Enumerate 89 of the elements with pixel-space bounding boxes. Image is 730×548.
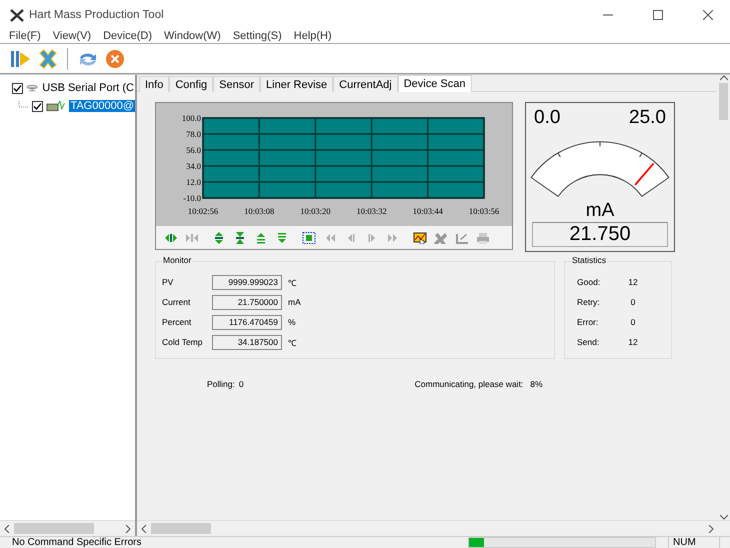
group-title: Statistics [571, 255, 608, 265]
window-title: Hart Mass Production Tool [29, 9, 165, 21]
group-title: Monitor [162, 255, 192, 265]
x-tick-label: 10:03:08 [244, 206, 274, 216]
scroll-left-icon[interactable] [4, 524, 10, 532]
y-tick-label: 100.0 [182, 113, 201, 123]
cross-icon[interactable] [37, 48, 59, 70]
stat-value: 12 [627, 277, 639, 287]
menu-item[interactable]: File(F) [9, 30, 41, 43]
device-icon [46, 99, 66, 113]
menu-item[interactable]: Window(W) [164, 30, 221, 43]
scroll-right-icon[interactable] [125, 524, 131, 532]
field-label: Percent [162, 317, 192, 327]
communicating-label: Communicating, please wait: [414, 379, 524, 389]
stat-value: 0 [630, 317, 636, 327]
tab[interactable]: Config [169, 76, 214, 92]
unit-label: mA [288, 297, 301, 307]
x-tick-label: 10:03:56 [468, 206, 500, 216]
unit-label: % [288, 317, 296, 327]
scroll-up-icon[interactable] [720, 75, 728, 81]
close-icon[interactable] [702, 10, 712, 20]
gauge-max-label: 25.0 [629, 107, 666, 129]
vertical-scrollbar[interactable] [717, 75, 730, 520]
tree-item[interactable]: USB Serial Port (C [41, 82, 135, 94]
expand-vertical-icon[interactable] [212, 232, 226, 244]
x-tick-label: 10:03:44 [412, 206, 443, 216]
print-icon[interactable] [476, 232, 490, 244]
stat-label: Send: [577, 337, 600, 347]
cursor-icon[interactable] [413, 232, 427, 244]
value-field[interactable]: 1176.470459 [212, 314, 282, 330]
stat-label: Error: [577, 317, 600, 327]
menu-item[interactable]: Device(D) [103, 30, 152, 43]
maximize-icon[interactable] [652, 10, 662, 20]
tab[interactable]: Sensor [213, 76, 260, 92]
x-tick-label: 10:02:56 [188, 206, 218, 216]
stat-value: 12 [627, 337, 639, 347]
tree-checkbox[interactable] [12, 82, 23, 94]
tab[interactable]: Liner Revise [260, 76, 334, 92]
tab[interactable]: Device Scan [398, 75, 472, 92]
gauge-min-label: 0.0 [534, 107, 560, 129]
gauge-unit: mA [586, 200, 614, 222]
expand-horizontal-icon[interactable] [164, 232, 178, 244]
scrollbar-thumb[interactable] [719, 83, 728, 120]
field-label: PV [162, 277, 174, 287]
tab[interactable]: Info [139, 76, 170, 92]
field-label: Cold Temp [162, 337, 204, 347]
zoom-box-icon[interactable] [302, 232, 316, 244]
x-tick-label: 10:03:32 [356, 206, 387, 216]
y-tick-label: 12.0 [186, 177, 201, 187]
value-field[interactable]: 21.750000 [212, 294, 282, 310]
polling-label: Polling: [207, 379, 235, 389]
num-lock-indicator: NUM [668, 537, 720, 548]
stat-label: Good: [577, 277, 602, 287]
scroll-right-icon[interactable] [708, 524, 714, 532]
menu-item[interactable]: Setting(S) [232, 30, 282, 43]
y-tick-label: 34.0 [186, 161, 201, 171]
unit-label: ℃ [288, 276, 296, 288]
polling-value: 0 [238, 379, 244, 389]
field-label: Current [162, 297, 192, 307]
scrollbar-thumb[interactable] [14, 523, 94, 534]
scroll-left-icon[interactable] [141, 524, 147, 532]
y-tick-label: 56.0 [186, 145, 201, 155]
y-tick-label: -10.0 [183, 193, 201, 203]
tree-checkbox[interactable] [32, 100, 44, 112]
stat-value: 0 [630, 297, 636, 307]
horizontal-scrollbar[interactable] [137, 520, 730, 536]
gauge-reading: 21.750 [532, 222, 668, 247]
horizontal-scrollbar[interactable] [0, 520, 135, 536]
fast-forward-icon[interactable] [386, 232, 400, 244]
tree-item[interactable]: TAG00000@ [69, 100, 135, 112]
scrollbar-thumb[interactable] [151, 523, 211, 534]
tab[interactable]: CurrentAdj [333, 76, 398, 92]
scroll-up-icon[interactable] [254, 232, 268, 244]
y-tick-label: 78.0 [186, 129, 201, 139]
value-field[interactable]: 34.187500 [212, 334, 282, 350]
menu-item[interactable]: Help(H) [294, 30, 332, 43]
value-field[interactable]: 9999.999023 [212, 274, 282, 290]
fit-vertical-icon[interactable] [233, 232, 247, 244]
menu-item[interactable]: View(V) [52, 30, 92, 43]
scroll-down-icon[interactable] [275, 232, 289, 244]
gauge-needle [634, 162, 654, 186]
fit-horizontal-icon[interactable] [185, 232, 199, 244]
status-message: No Command Specific Errors [11, 537, 142, 548]
scroll-down-icon[interactable] [720, 514, 728, 520]
x-tick-label: 10:03:20 [300, 206, 331, 216]
edit-chart-icon[interactable] [455, 232, 469, 244]
communicating-value: 8% [530, 379, 543, 389]
stat-label: Retry: [577, 297, 601, 307]
unit-label: ℃ [288, 336, 296, 348]
